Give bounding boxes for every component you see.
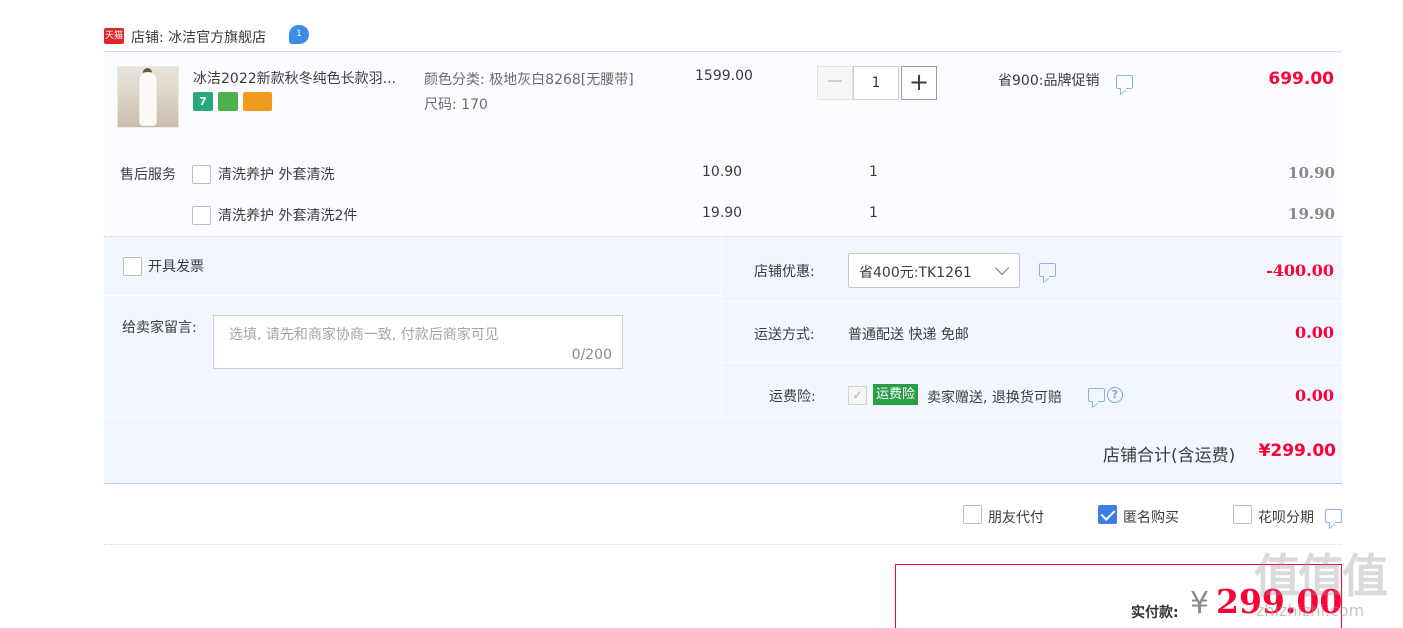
options-row-divider bbox=[722, 301, 1342, 302]
insurance-checkbox: ✓ bbox=[848, 386, 867, 405]
quantity-decrease-button[interactable]: − bbox=[817, 66, 853, 100]
anonymous-purchase-label: 匿名购买 bbox=[1123, 510, 1179, 526]
installment-comment-icon[interactable] bbox=[1325, 509, 1342, 523]
service-checkbox[interactable] bbox=[192, 206, 211, 225]
options-row-divider bbox=[104, 295, 721, 296]
pay-options-divider bbox=[104, 544, 1342, 545]
seven-day-return-icon: 7 bbox=[193, 92, 213, 111]
thumbnail-coat bbox=[140, 73, 156, 125]
options-row-divider bbox=[722, 362, 1342, 363]
message-label: 给卖家留言: bbox=[122, 320, 197, 336]
service-qty: 1 bbox=[869, 205, 878, 221]
coupon-comment-icon[interactable] bbox=[1039, 263, 1056, 277]
options-bottom-border bbox=[104, 483, 1342, 484]
promotion-text: 省900:品牌促销 bbox=[998, 73, 1100, 89]
insurance-description: 卖家赠送, 退换货可赔 bbox=[927, 390, 1062, 406]
watermark-logo: 值值值 bbox=[1254, 549, 1388, 603]
service-price: 19.90 bbox=[702, 205, 743, 221]
shop-subtotal-label: 店铺合计(含运费) bbox=[1103, 446, 1236, 466]
chat-icon[interactable]: 1 bbox=[289, 25, 309, 44]
product-sku: 颜色分类: 极地灰白8268[无腰带] 尺码: 170 bbox=[424, 68, 654, 118]
options-vertical-divider bbox=[721, 237, 722, 417]
unit-price: 1599.00 bbox=[695, 68, 753, 84]
chevron-down-icon bbox=[994, 260, 1010, 276]
quantity-input[interactable]: 1 bbox=[853, 66, 899, 100]
product-thumbnail[interactable] bbox=[117, 66, 179, 128]
seller-message-textarea[interactable]: 选填, 请先和商家协商一致, 付款后商家可见 0/200 bbox=[213, 315, 623, 369]
anonymous-purchase-checkbox[interactable] bbox=[1098, 505, 1117, 524]
credit-card-icon bbox=[243, 92, 272, 111]
friend-pay-checkbox[interactable] bbox=[963, 505, 982, 524]
product-title-link[interactable]: 冰洁2022新款秋冬纯色长款羽... bbox=[193, 68, 396, 88]
coupon-select[interactable]: 省400元:TK1261 bbox=[848, 253, 1020, 288]
friend-pay-label: 朋友代付 bbox=[988, 510, 1044, 526]
invoice-checkbox[interactable] bbox=[123, 257, 142, 276]
watermark-url: zhizhizhi.com bbox=[1256, 601, 1365, 620]
payment-label: 实付款: bbox=[1131, 605, 1179, 621]
service-qty: 1 bbox=[869, 164, 878, 180]
insurance-label: 运费险: bbox=[769, 389, 816, 405]
shipping-label: 运送方式: bbox=[754, 327, 815, 343]
quantity-increase-button[interactable]: + bbox=[901, 66, 937, 100]
insurance-amount: 0.00 bbox=[1295, 386, 1334, 405]
service-total: 19.90 bbox=[1288, 205, 1335, 223]
options-row-divider bbox=[104, 417, 1342, 418]
service-name: 清洗养护 外套清洗 bbox=[218, 167, 335, 183]
message-placeholder: 选填, 请先和商家协商一致, 付款后商家可见 bbox=[229, 327, 499, 343]
service-checkbox[interactable] bbox=[192, 165, 211, 184]
service-name: 清洗养护 外套清洗2件 bbox=[218, 208, 358, 224]
coupon-amount: -400.00 bbox=[1266, 261, 1334, 280]
help-icon[interactable]: ? bbox=[1107, 387, 1123, 403]
message-char-counter: 0/200 bbox=[571, 347, 612, 363]
payment-currency: ¥ bbox=[1190, 586, 1210, 621]
service-price: 10.90 bbox=[702, 164, 743, 180]
coupon-label: 店铺优惠: bbox=[754, 264, 815, 280]
sku-color: 颜色分类: 极地灰白8268[无腰带] bbox=[424, 72, 634, 88]
shop-subtotal-amount: ¥299.00 bbox=[1258, 441, 1336, 461]
shipping-method: 普通配送 快递 免邮 bbox=[848, 327, 969, 343]
item-total-price: 699.00 bbox=[1268, 69, 1334, 89]
promotion-comment-icon[interactable] bbox=[1116, 75, 1133, 89]
huabei-installment-checkbox[interactable] bbox=[1233, 505, 1252, 524]
shop-name-link[interactable]: 店铺: 冰洁官方旗舰店 bbox=[131, 27, 266, 47]
insurance-tag: 运费险 bbox=[873, 384, 919, 405]
coupon-selected-value: 省400元:TK1261 bbox=[859, 265, 972, 281]
shipping-amount: 0.00 bbox=[1295, 323, 1334, 342]
service-total: 10.90 bbox=[1288, 164, 1335, 182]
tmall-logo: 天猫 bbox=[104, 28, 124, 44]
sku-size: 尺码: 170 bbox=[424, 97, 488, 113]
huabei-installment-label: 花呗分期 bbox=[1258, 510, 1314, 526]
guarantee-shield-icon bbox=[218, 92, 238, 111]
insurance-comment-icon[interactable] bbox=[1088, 388, 1105, 402]
invoice-label: 开具发票 bbox=[148, 259, 204, 275]
after-sale-label: 售后服务 bbox=[120, 167, 176, 183]
